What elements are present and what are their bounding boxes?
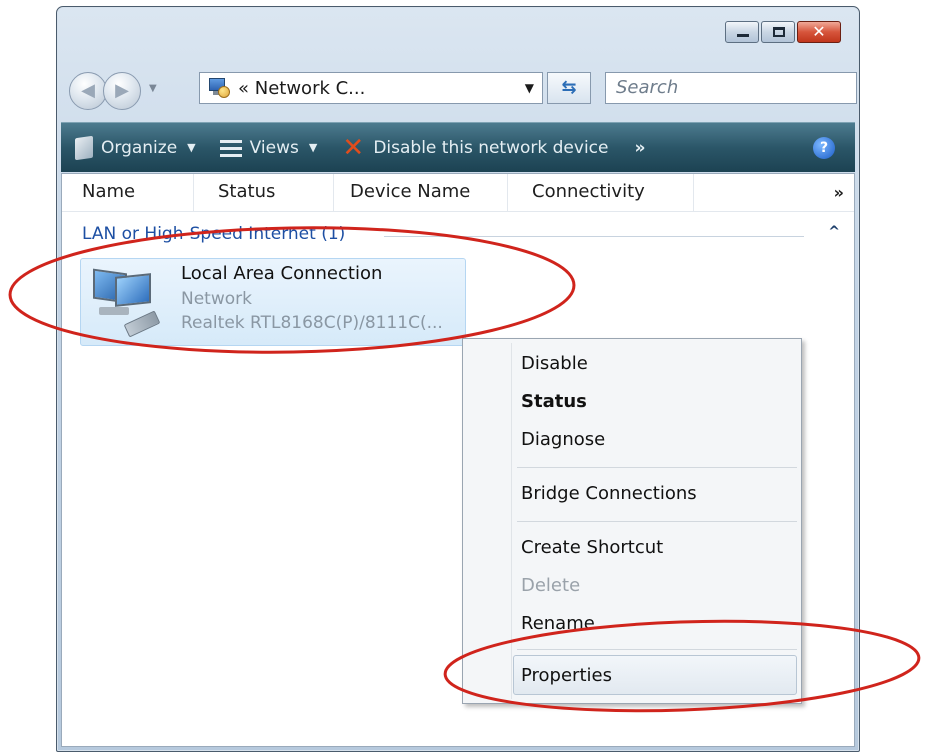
chevron-down-icon: ▼ — [187, 141, 196, 154]
close-icon: ✕ — [812, 22, 826, 41]
views-icon — [219, 138, 242, 158]
disable-x-icon: ✕ — [342, 132, 365, 163]
disable-device-button[interactable]: ✕ Disable this network device — [341, 132, 609, 163]
maximize-icon — [773, 27, 785, 37]
minimize-button[interactable] — [725, 21, 759, 43]
forward-button[interactable]: ▶ — [103, 72, 141, 110]
context-menu: Disable Status Diagnose Bridge Connectio… — [462, 338, 802, 704]
maximize-button[interactable] — [761, 21, 795, 43]
address-dropdown-icon[interactable]: ▼ — [525, 81, 534, 95]
column-header: Name Status Device Name Connectivity » — [62, 174, 854, 212]
back-button[interactable]: ◀ — [69, 72, 107, 110]
chevron-down-icon: ▼ — [308, 141, 318, 154]
column-overflow-button[interactable]: » — [834, 174, 844, 212]
organize-button[interactable]: Organize ▼ — [75, 135, 196, 160]
recent-pages-dropdown[interactable]: ▼ — [149, 83, 157, 94]
organize-label: Organize — [101, 137, 178, 158]
connection-device: Realtek RTL8168C(P)/8111C(... — [181, 313, 443, 333]
search-input[interactable]: Search — [605, 72, 857, 104]
network-connection-icon — [89, 267, 161, 339]
menu-item-status[interactable]: Status — [521, 391, 587, 412]
menu-item-create-shortcut[interactable]: Create Shortcut — [521, 537, 663, 558]
close-button[interactable]: ✕ — [797, 21, 841, 43]
address-path[interactable]: « Network C... — [238, 78, 525, 99]
minimize-icon — [737, 34, 749, 37]
connection-item[interactable]: Local Area Connection Network Realtek RT… — [80, 258, 466, 346]
group-divider — [384, 236, 804, 237]
views-label: Views — [249, 137, 299, 158]
column-device-name[interactable]: Device Name — [334, 174, 508, 212]
column-status[interactable]: Status — [194, 174, 334, 212]
network-folder-icon — [206, 76, 232, 100]
forward-arrow-icon: ▶ — [115, 80, 129, 101]
connection-name: Local Area Connection — [181, 263, 383, 284]
menu-item-rename[interactable]: Rename — [521, 613, 595, 634]
address-bar[interactable]: « Network C... ▼ — [199, 72, 543, 104]
refresh-button[interactable]: ⇆ — [547, 72, 591, 104]
disable-label: Disable this network device — [373, 137, 609, 158]
help-icon[interactable]: ? — [813, 137, 835, 159]
navigation-bar: ◀ ▶ ▼ « Network C... ▼ ⇆ Search — [69, 67, 857, 113]
menu-item-properties[interactable]: Properties — [521, 665, 612, 686]
command-toolbar: Organize ▼ Views ▼ ✕ Disable this networ… — [61, 122, 855, 172]
menu-item-disable[interactable]: Disable — [521, 353, 588, 374]
menu-item-bridge-connections[interactable]: Bridge Connections — [521, 483, 697, 504]
column-name[interactable]: Name — [62, 174, 194, 212]
refresh-icon: ⇆ — [561, 77, 577, 98]
menu-separator — [517, 521, 797, 522]
views-button[interactable]: Views ▼ — [219, 137, 318, 158]
chevron-up-icon[interactable]: ^ — [828, 224, 840, 240]
caption-buttons: ✕ — [725, 21, 841, 43]
connection-type: Network — [181, 289, 252, 309]
menu-separator — [517, 467, 797, 468]
back-arrow-icon: ◀ — [81, 80, 95, 101]
group-header[interactable]: LAN or High-Speed Internet (1) — [82, 224, 345, 244]
toolbar-overflow-button[interactable]: » — [634, 138, 645, 158]
menu-gutter — [511, 343, 512, 699]
menu-item-diagnose[interactable]: Diagnose — [521, 429, 605, 450]
organize-icon — [75, 135, 93, 160]
menu-separator — [517, 649, 797, 650]
menu-item-delete: Delete — [521, 575, 581, 596]
column-connectivity[interactable]: Connectivity — [508, 174, 694, 212]
